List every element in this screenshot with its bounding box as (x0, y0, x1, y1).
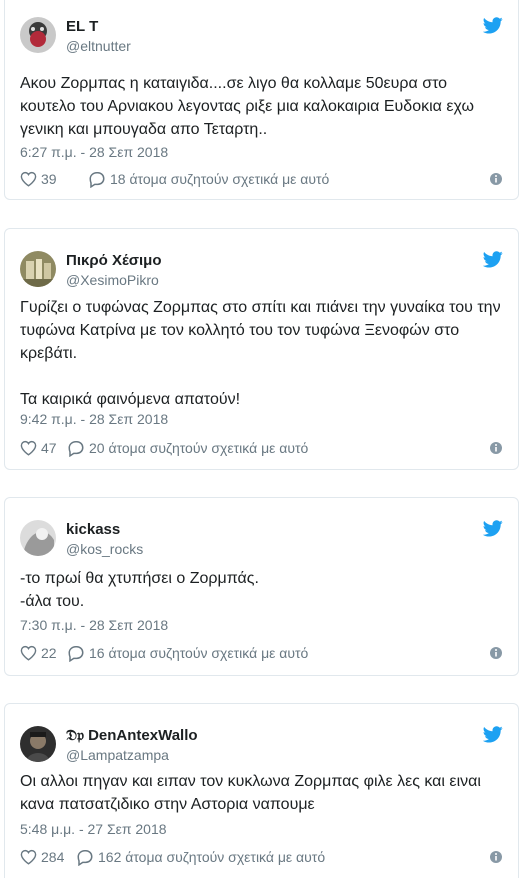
tweet-actions: 22 16 άτομα συζητούν σχετικά με αυτό (20, 643, 503, 663)
reply-count: 16 άτομα συζητούν σχετικά με αυτό (89, 645, 309, 661)
avatar[interactable] (20, 251, 56, 287)
reply-count: 162 άτομα συζητούν σχετικά με αυτό (98, 849, 326, 865)
reply-button[interactable]: 16 άτομα συζητούν σχετικά με αυτό (67, 643, 308, 663)
twitter-bird-icon[interactable] (483, 726, 503, 743)
like-button[interactable]: 284 (20, 847, 64, 867)
user-handle[interactable]: @eltnutter (66, 37, 131, 55)
avatar[interactable] (20, 520, 56, 556)
reply-button[interactable]: 18 άτομα συζητούν σχετικά με αυτό (88, 169, 329, 189)
tweet-header: 𝔇𝔭 DenAntexWallo @Lampatzampa (20, 726, 503, 766)
tweet-timestamp[interactable]: 9:42 π.μ. - 28 Σεπ 2018 (20, 410, 168, 428)
display-name[interactable]: 𝔇𝔭 DenAntexWallo (66, 727, 198, 745)
reply-bubble-icon (68, 440, 84, 457)
info-icon[interactable] (489, 172, 503, 186)
display-name[interactable]: kickass (66, 521, 143, 539)
tweet-text: -το πρωί θα χτυπήσει ο Ζορμπάς. -άλα του… (20, 570, 259, 610)
tweet-actions: 47 20 άτομα συζητούν σχετικά με αυτό (20, 438, 503, 458)
user-handle[interactable]: @XesimoPikro (66, 271, 162, 289)
tweet-timestamp[interactable]: 7:30 π.μ. - 28 Σεπ 2018 (20, 616, 168, 634)
like-count: 284 (41, 849, 65, 865)
tweet-card: Πικρό Χέσιμο @XesimoPikro Γυρίζει ο τυφώ… (4, 228, 519, 470)
twitter-bird-icon[interactable] (483, 520, 503, 537)
info-icon[interactable] (489, 441, 503, 455)
avatar[interactable] (20, 17, 56, 53)
like-count: 39 (41, 171, 57, 187)
heart-icon (20, 440, 37, 456)
user-handle[interactable]: @kos_rocks (66, 540, 143, 558)
display-name[interactable]: Πικρό Χέσιμο (66, 252, 162, 270)
reply-bubble-icon (77, 849, 93, 866)
reply-bubble-icon (89, 171, 105, 188)
reply-count: 18 άτομα συζητούν σχετικά με αυτό (110, 171, 330, 187)
tweet-header: EL T @eltnutter (20, 17, 503, 57)
like-count: 47 (41, 440, 57, 456)
tweet-card: kickass @kos_rocks -το πρωί θα χτυπήσει … (4, 497, 519, 676)
like-button[interactable]: 47 (20, 438, 57, 458)
tweet-timestamp[interactable]: 6:27 π.μ. - 28 Σεπ 2018 (20, 143, 168, 161)
display-name[interactable]: EL T (66, 18, 131, 36)
heart-icon (20, 849, 37, 865)
like-count: 22 (41, 645, 57, 661)
tweet-text: Οι αλλοι πηγαν και ειπαν τον κυκλωνα Ζορ… (20, 773, 481, 813)
reply-button[interactable]: 20 άτομα συζητούν σχετικά με αυτό (67, 438, 308, 458)
info-icon[interactable] (489, 646, 503, 660)
tweet-timestamp[interactable]: 5:48 μ.μ. - 27 Σεπ 2018 (20, 820, 167, 838)
user-handle[interactable]: @Lampatzampa (66, 746, 198, 764)
tweet-text: Ακου Ζορμπας η καταιγιδα....σε λιγο θα κ… (20, 75, 474, 138)
like-button[interactable]: 22 (20, 643, 57, 663)
tweet-text: Γυρίζει ο τυφώνας Ζορμπας στο σπίτι και … (20, 299, 501, 408)
twitter-bird-icon[interactable] (483, 251, 503, 268)
tweet-header: kickass @kos_rocks (20, 520, 503, 560)
info-icon[interactable] (489, 850, 503, 864)
tweet-card: 𝔇𝔭 DenAntexWallo @Lampatzampa Οι αλλοι π… (4, 703, 519, 878)
avatar[interactable] (20, 726, 56, 762)
like-button[interactable]: 39 (20, 169, 57, 189)
tweet-actions: 284 162 άτομα συζητούν σχετικά με αυτό (20, 847, 503, 867)
reply-count: 20 άτομα συζητούν σχετικά με αυτό (89, 440, 309, 456)
tweet-actions: 39 18 άτομα συζητούν σχετικά με αυτό (20, 169, 503, 189)
tweet-card: EL T @eltnutter Ακου Ζορμπας η καταιγιδα… (4, 0, 519, 200)
reply-button[interactable]: 162 άτομα συζητούν σχετικά με αυτό (76, 847, 325, 867)
reply-bubble-icon (68, 645, 84, 662)
heart-icon (20, 645, 37, 661)
tweet-header: Πικρό Χέσιμο @XesimoPikro (20, 251, 503, 291)
twitter-bird-icon[interactable] (483, 17, 503, 34)
heart-icon (20, 171, 37, 187)
